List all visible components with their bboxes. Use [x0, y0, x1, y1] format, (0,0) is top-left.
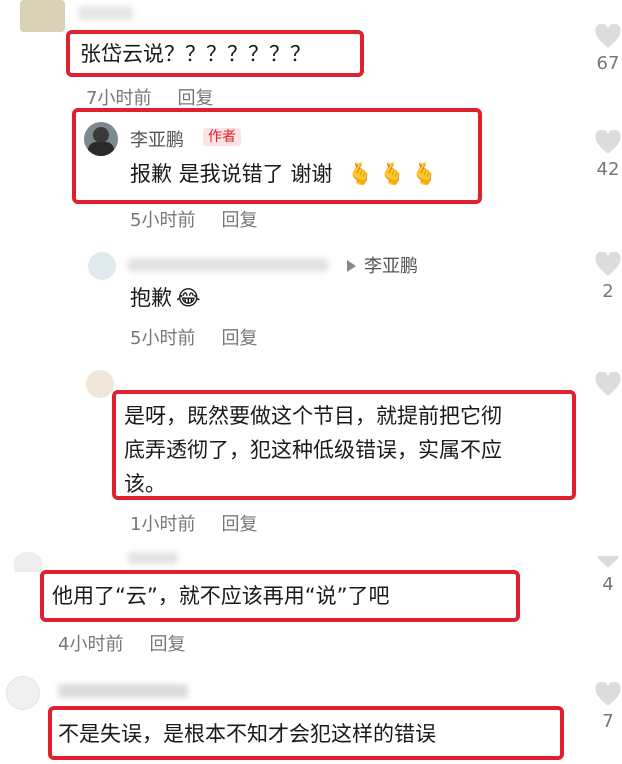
comment-time: 4小时前 — [58, 634, 124, 655]
comment-text: 报歉 是我说错了 谢谢 🫰 🫰 🫰 — [130, 162, 438, 186]
comment-meta: 4小时前 回复 — [58, 630, 185, 656]
like-button[interactable]: 7 — [594, 682, 622, 732]
username-blurred[interactable] — [128, 552, 178, 564]
reply-button[interactable]: 回复 — [221, 328, 257, 349]
laughing-emoji-icon: 😂 — [176, 286, 201, 310]
like-button[interactable]: 67 — [594, 24, 622, 74]
comment-meta: 5小时前 回复 — [130, 206, 257, 232]
reply-button[interactable]: 回复 — [221, 210, 257, 231]
comment-time: 7小时前 — [86, 88, 152, 109]
heart-icon — [595, 682, 621, 706]
like-count: 2 — [602, 281, 614, 302]
comment-meta: 1小时前 回复 — [130, 510, 257, 536]
hand-emoji-icon: 🫰 — [379, 162, 406, 186]
hand-emoji-icon: 🫰 — [411, 162, 438, 186]
reply-target-name[interactable]: 李亚鹏 — [364, 252, 418, 278]
comment-time: 5小时前 — [130, 328, 196, 349]
like-count: 67 — [596, 53, 620, 74]
heart-icon — [595, 130, 621, 154]
comment-time: 1小时前 — [130, 514, 196, 535]
comment-meta: 7小时前 回复 — [86, 84, 213, 110]
heart-icon — [596, 556, 620, 568]
comment-text: 张岱云说？？？？？？？ — [80, 42, 311, 66]
avatar[interactable] — [14, 552, 42, 572]
avatar[interactable] — [88, 252, 116, 280]
heart-icon — [595, 252, 621, 276]
reply-button[interactable]: 回复 — [149, 634, 185, 655]
username-blurred[interactable] — [128, 258, 328, 272]
comment-text: 抱歉 😂 — [130, 286, 201, 310]
reply-button[interactable]: 回复 — [221, 514, 257, 535]
comment-text: 不是失误，是根本不知才会犯这样的错误 — [58, 722, 436, 746]
heart-icon — [595, 372, 621, 396]
comment-time: 5小时前 — [130, 210, 196, 231]
heart-icon — [595, 24, 621, 48]
avatar-blurred[interactable] — [20, 0, 65, 32]
username-blurred[interactable] — [78, 6, 133, 20]
like-button[interactable]: 4 — [594, 556, 622, 595]
like-button[interactable]: 42 — [594, 130, 622, 180]
hand-emoji-icon: 🫰 — [347, 162, 374, 186]
avatar[interactable] — [6, 676, 40, 710]
author-badge: 作者 — [203, 128, 241, 146]
author-name[interactable]: 李亚鹏 — [130, 126, 184, 152]
like-count: 4 — [602, 574, 614, 595]
comment-text: 他用了“云”，就不应该再用“说”了吧 — [52, 584, 390, 608]
username-blurred[interactable] — [58, 684, 188, 698]
like-count: 7 — [602, 711, 614, 732]
avatar[interactable] — [86, 370, 114, 398]
like-button[interactable]: 2 — [594, 252, 622, 302]
comment-text-line: 底弄透彻了，犯这种低级错误，实属不应 — [124, 438, 502, 462]
reply-arrow-icon — [347, 260, 356, 272]
comment-text-line: 该。 — [124, 472, 166, 496]
like-count: 42 — [596, 159, 620, 180]
comment-text-line: 是呀，既然要做这个节目，就提前把它彻 — [124, 404, 502, 428]
reply-button[interactable]: 回复 — [177, 88, 213, 109]
comment-meta: 5小时前 回复 — [130, 324, 257, 350]
avatar[interactable] — [84, 122, 118, 156]
like-button[interactable] — [594, 372, 622, 397]
